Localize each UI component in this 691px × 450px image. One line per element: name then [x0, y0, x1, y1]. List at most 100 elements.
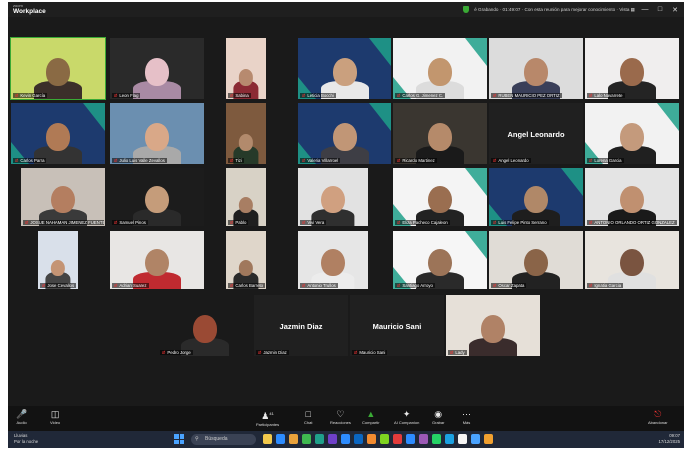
participant-tile[interactable]: Ø Pedro Jorge	[158, 295, 252, 356]
participant-name: Ø JOSUE NAHAMAN JIMENEZ FUENTES	[23, 220, 104, 225]
participant-name: Ø Carlos Parra	[13, 158, 47, 163]
participant-tile[interactable]: Ø Adrian Suarez	[110, 231, 204, 289]
participant-name: Ø Antonio Trullos	[300, 283, 338, 288]
participant-tile[interactable]: Ø Lalo Navarrete	[585, 38, 679, 99]
participant-face	[428, 58, 452, 86]
sparkle-icon: ✦	[402, 409, 411, 419]
participant-tile[interactable]: Ø Valeria Villarroel	[298, 103, 391, 164]
taskbar-app-icon[interactable]	[484, 434, 493, 444]
security-shield-icon[interactable]	[463, 6, 470, 13]
taskbar-app-icon[interactable]	[406, 434, 415, 444]
participant-tile[interactable]: Ø Oscar Zapata	[489, 231, 583, 289]
participant-tile[interactable]: Ø Santiago Arroyo	[393, 231, 487, 289]
taskbar-search[interactable]: ⚲ Búsqueda	[191, 434, 256, 445]
participant-name-text: Carlos G. Jimenez C.	[402, 93, 444, 98]
brand-name: Workplace	[13, 8, 46, 15]
taskbar-app-icon[interactable]	[380, 434, 389, 444]
participant-big-name: Jazmin Diaz	[279, 321, 323, 331]
participant-name: Ø Leon Flag	[112, 93, 141, 98]
taskbar-app-icon[interactable]	[471, 434, 480, 444]
participant-tile[interactable]: Ø Sabina	[226, 38, 266, 99]
participant-tile[interactable]: Ø RUBEN MAURICIO PEZ ORTIZ	[489, 38, 583, 99]
share-button[interactable]: ▲ Compartir	[362, 408, 380, 425]
taskbar-app-icon[interactable]	[341, 434, 350, 444]
taskbar-app-icon[interactable]	[419, 434, 428, 444]
participant-tile[interactable]: Ø Luis Felipe Pinto Serrano	[489, 168, 583, 226]
participant-face	[145, 185, 169, 214]
participant-name-text: Carlos Barreto	[235, 283, 264, 288]
participants-button[interactable]: ♟41 Participantes	[256, 408, 279, 427]
reactions-button[interactable]: ♡ Reacciones	[330, 408, 351, 425]
meeting-status[interactable]: é Grabando · 01:49:07 · Con esta reunión…	[474, 7, 635, 13]
participant-tile[interactable]: Ø Leticia Bocchi	[298, 38, 391, 99]
muted-mic-icon: Ø	[302, 158, 306, 163]
participant-tile[interactable]: Ø Pablo	[226, 168, 266, 226]
participant-tile[interactable]: Ø Lorena Garcia	[585, 103, 679, 164]
background-corner-shape	[83, 103, 105, 131]
participant-tile[interactable]: Ø Eliza Pacheco Cajaleon	[393, 168, 487, 226]
muted-mic-icon: Ø	[15, 93, 19, 98]
muted-mic-icon: Ø	[589, 158, 593, 163]
participant-tile[interactable]: Ø Antonio Trullos	[298, 231, 368, 289]
taskbar-app-icon[interactable]	[445, 434, 454, 444]
participant-name-text: Angel Leonardo	[498, 158, 529, 163]
share-label: Compartir	[362, 420, 380, 425]
chat-icon: □	[305, 409, 311, 419]
ai-companion-button[interactable]: ✦ AI Companion	[394, 408, 419, 425]
participant-tile[interactable]: Ø Samuel Pinos	[110, 168, 204, 226]
windows-start-icon[interactable]	[174, 434, 184, 444]
record-button[interactable]: ◉ Grabar	[432, 408, 444, 425]
participant-tile[interactable]: Ø Lady	[446, 295, 540, 356]
participant-tile[interactable]: Ø Ignatia Garcia	[585, 231, 679, 289]
video-button[interactable]: ◫ Video	[50, 408, 60, 425]
participant-tile[interactable]: Mauricio Sani Ø Mauricio Sani	[350, 295, 444, 356]
taskbar-app-icon[interactable]	[263, 434, 272, 444]
audio-button[interactable]: 🎤 Audio	[16, 408, 27, 425]
taskbar-app-icon[interactable]	[315, 434, 324, 444]
participant-tile[interactable]: Ø Carlos Barreto	[226, 231, 266, 289]
participant-tile[interactable]: Ø Julio Luis Valle Zevallos	[110, 103, 204, 164]
participant-name-text: Julio Luis Valle Zevallos	[119, 158, 165, 163]
taskbar-app-icon[interactable]	[328, 434, 337, 444]
participant-tile[interactable]: Ø Jose Cevallos	[38, 231, 78, 289]
muted-mic-icon: Ø	[450, 350, 454, 355]
participant-tile[interactable]: Ø Tizi	[226, 103, 266, 164]
taskbar-app-icon[interactable]	[432, 434, 441, 444]
participant-name-text: Antonio Trullos	[307, 283, 336, 288]
taskbar-app-icon[interactable]	[354, 434, 363, 444]
participant-name-text: Tizi	[235, 158, 242, 163]
participant-tile[interactable]: Ø JOSUE NAHAMAN JIMENEZ FUENTES	[21, 168, 105, 226]
participant-tile[interactable]: Ø Carlos Parra	[11, 103, 105, 164]
participant-face	[193, 315, 217, 343]
participant-tile[interactable]: Ø Ricardo Martinez	[393, 103, 487, 164]
taskbar-app-icon[interactable]	[289, 434, 298, 444]
system-clock[interactable]: 09:07 17/12/2025	[658, 433, 680, 445]
participant-tile[interactable]: Ø Leon Flag	[110, 38, 204, 99]
participant-tile[interactable]: Ø Kevin García	[10, 37, 106, 100]
participant-name: Ø Leticia Bocchi	[300, 93, 336, 98]
participant-tile[interactable]: Angel Leonardo Ø Angel Leonardo	[489, 103, 583, 164]
taskbar-app-icon[interactable]	[367, 434, 376, 444]
participant-tile[interactable]: Ø ANTONIO ORLANDO ORTIZ GONZALEZ	[585, 168, 679, 226]
chat-button[interactable]: □ Chat	[304, 408, 312, 425]
participant-face	[481, 315, 505, 343]
leave-button[interactable]: ⎋ Abandonar	[648, 408, 668, 425]
muted-mic-icon: Ø	[302, 93, 306, 98]
close-button[interactable]: ✕	[670, 6, 680, 14]
taskbar-app-icon[interactable]	[393, 434, 402, 444]
taskbar-app-icon[interactable]	[276, 434, 285, 444]
background-corner-shape	[369, 103, 391, 131]
taskbar-app-icon[interactable]	[302, 434, 311, 444]
weather-widget[interactable]: Lluvias Por la noche	[14, 433, 38, 445]
taskbar-app-icon[interactable]	[458, 434, 467, 444]
clock-date: 17/12/2025	[658, 439, 680, 444]
participant-tile[interactable]: Ø Vivi Vera	[298, 168, 368, 226]
more-label: Más	[462, 420, 471, 425]
maximize-button[interactable]: □	[655, 6, 665, 13]
muted-mic-icon: Ø	[589, 220, 593, 225]
muted-mic-icon: Ø	[493, 158, 497, 163]
minimize-button[interactable]: —	[640, 6, 650, 13]
more-button[interactable]: ⋯ Más	[462, 408, 471, 425]
participant-tile[interactable]: Jazmin Diaz Ø Jazmin Diaz	[254, 295, 348, 356]
participant-tile[interactable]: Ø Carlos G. Jimenez C.	[393, 38, 487, 99]
